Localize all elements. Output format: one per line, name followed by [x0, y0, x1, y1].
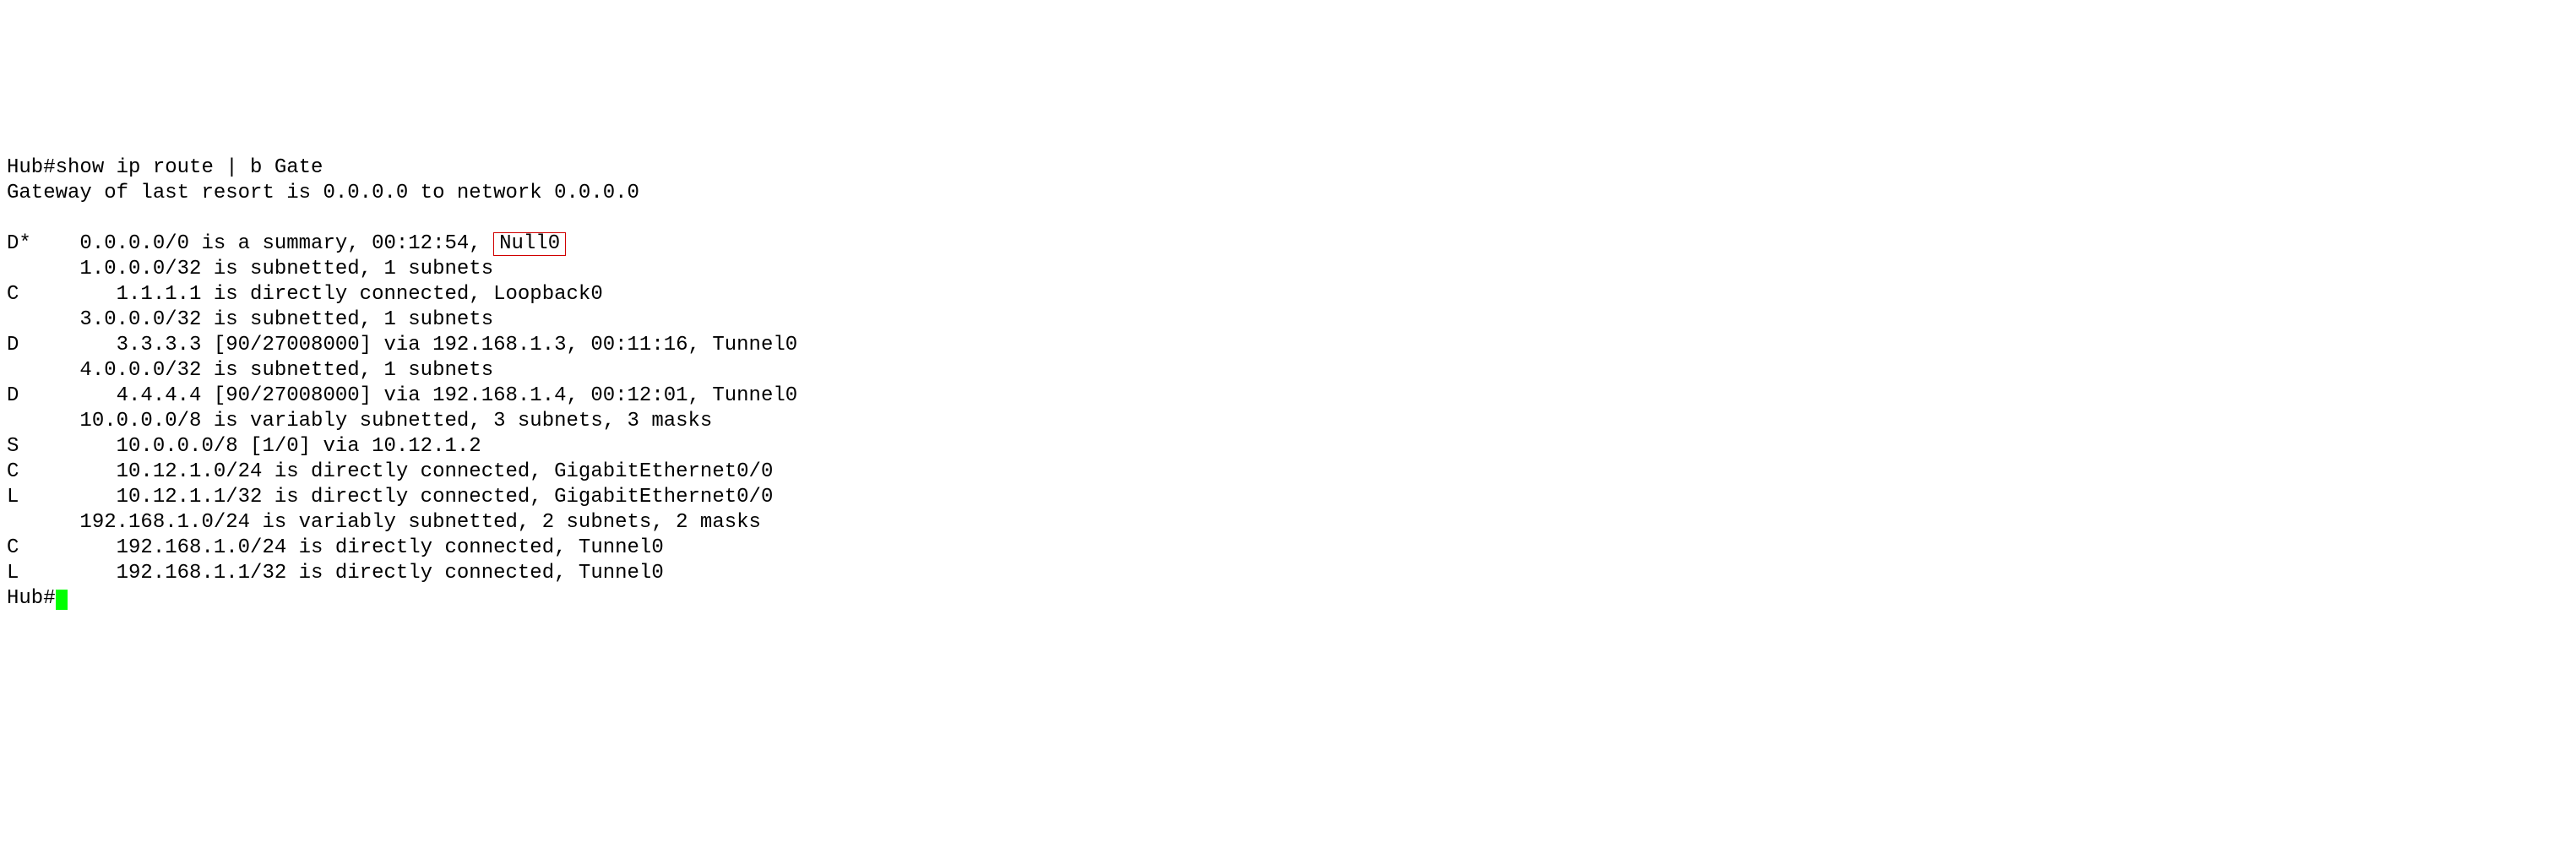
route-line: C 10.12.1.0/24 is directly connected, Gi… [7, 460, 773, 483]
route-line: C 192.168.1.0/24 is directly connected, … [7, 536, 664, 559]
command-text: show ip route | b Gate [56, 156, 323, 179]
route-line: 1.0.0.0/32 is subnetted, 1 subnets [7, 258, 493, 280]
route-line: L 192.168.1.1/32 is directly connected, … [7, 562, 664, 585]
route-line: D 3.3.3.3 [90/27008000] via 192.168.1.3,… [7, 334, 797, 356]
route-line: S 10.0.0.0/8 [1/0] via 10.12.1.2 [7, 435, 481, 458]
route-line: 10.0.0.0/8 is variably subnetted, 3 subn… [7, 410, 712, 432]
terminal-output[interactable]: Hub#show ip route | b Gate Gateway of la… [0, 127, 2576, 615]
route-line: 4.0.0.0/32 is subnetted, 1 subnets [7, 359, 493, 382]
route-line: 3.0.0.0/32 is subnetted, 1 subnets [7, 308, 493, 331]
cursor-icon [56, 590, 68, 610]
highlight-null0: Null0 [493, 232, 566, 256]
route-line: Gateway of last resort is 0.0.0.0 to net… [7, 182, 639, 204]
route-line: D 4.4.4.4 [90/27008000] via 192.168.1.4,… [7, 384, 797, 407]
route-line: D* 0.0.0.0/0 is a summary, 00:12:54, [7, 232, 493, 255]
prompt: Hub# [7, 587, 56, 610]
prompt: Hub# [7, 156, 56, 179]
route-line: C 1.1.1.1 is directly connected, Loopbac… [7, 283, 603, 306]
route-line: L 10.12.1.1/32 is directly connected, Gi… [7, 486, 773, 509]
route-line: 192.168.1.0/24 is variably subnetted, 2 … [7, 511, 761, 534]
